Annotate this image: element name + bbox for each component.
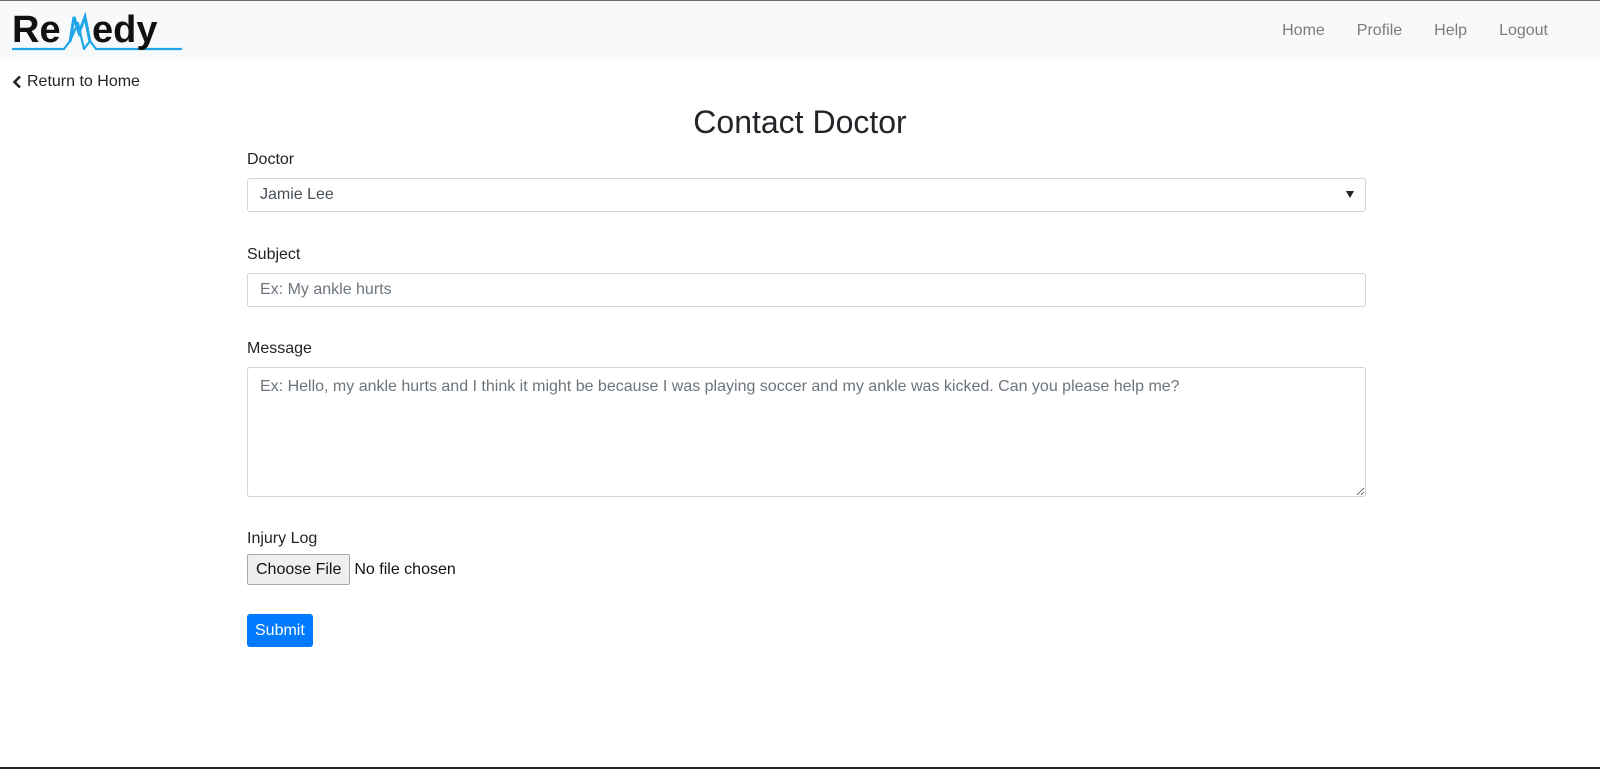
- file-status-text: No file chosen: [354, 560, 456, 578]
- svg-text:edy: edy: [92, 11, 157, 51]
- nav-profile[interactable]: Profile: [1357, 22, 1402, 40]
- page: Re edy Home Profile Help Logout Return t…: [0, 0, 1600, 769]
- subject-label: Subject: [247, 246, 301, 263]
- injury-log-file-input: Choose File No file chosen: [247, 554, 1366, 585]
- nav-links: Home Profile Help Logout: [1282, 1, 1548, 60]
- submit-button[interactable]: Submit: [247, 614, 313, 647]
- doctor-label: Doctor: [247, 151, 295, 168]
- nav-home[interactable]: Home: [1282, 22, 1325, 40]
- brand-logo[interactable]: Re edy: [12, 11, 182, 51]
- return-link-label: Return to Home: [27, 73, 140, 90]
- navbar: Re edy Home Profile Help Logout: [0, 1, 1600, 60]
- message-label: Message: [247, 340, 312, 357]
- nav-help[interactable]: Help: [1434, 22, 1467, 40]
- caret-down-icon: [1346, 191, 1354, 198]
- doctor-select-value: Jamie Lee: [247, 178, 1366, 212]
- injury-log-label: Injury Log: [247, 530, 318, 547]
- chevron-left-icon: [12, 75, 21, 89]
- page-title: Contact Doctor: [693, 104, 907, 140]
- svg-text:Re: Re: [12, 11, 61, 51]
- message-textarea[interactable]: [247, 367, 1366, 497]
- doctor-select[interactable]: Jamie Lee: [247, 178, 1366, 212]
- subject-input[interactable]: [247, 273, 1366, 307]
- return-to-home-link[interactable]: Return to Home: [12, 73, 140, 91]
- choose-file-button[interactable]: Choose File: [247, 554, 351, 585]
- contact-doctor-form: Doctor Jamie Lee Subject Message Injury …: [247, 151, 1366, 647]
- remedy-logo-icon: Re edy: [12, 11, 182, 51]
- nav-logout[interactable]: Logout: [1499, 22, 1548, 40]
